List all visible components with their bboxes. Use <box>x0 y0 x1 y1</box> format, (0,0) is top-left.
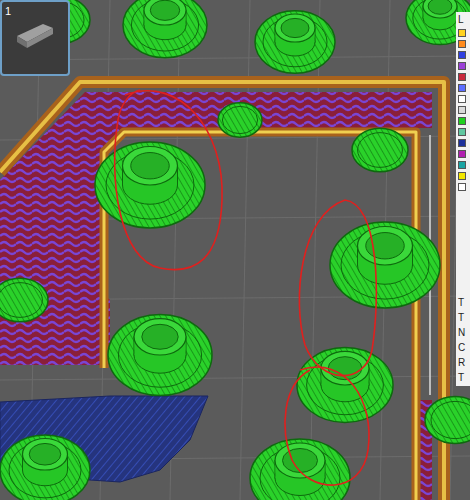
legend-row: N <box>458 327 465 339</box>
support-structure <box>330 222 440 308</box>
support-structure <box>123 0 207 58</box>
legend-title: L <box>458 14 464 26</box>
legend-swatch <box>458 117 466 125</box>
legend-swatch <box>458 161 466 169</box>
legend-swatch <box>458 150 466 158</box>
build-plate-grid <box>0 0 470 500</box>
legend-swatch <box>458 51 466 59</box>
legend-swatch <box>458 62 466 70</box>
legend-swatch <box>458 40 466 48</box>
preview-canvas[interactable] <box>0 0 470 500</box>
legend-panel: LTTNCRT <box>456 12 470 386</box>
support-structure <box>108 314 212 395</box>
legend-row: R <box>458 357 465 369</box>
legend-swatch <box>458 73 466 81</box>
object-thumbnail[interactable]: 1 <box>0 0 70 76</box>
annotation-circles <box>115 90 377 485</box>
legend-row: T <box>458 372 464 384</box>
support-structure <box>0 435 90 500</box>
support-structure <box>425 397 470 444</box>
legend-swatch <box>458 95 466 103</box>
legend-swatch <box>458 106 466 114</box>
legend-row: C <box>458 342 465 354</box>
legend-swatch <box>458 139 466 147</box>
support-structure <box>95 142 205 228</box>
slicer-preview: 1LTTNCRT <box>0 0 470 500</box>
support-structure <box>250 439 350 500</box>
support-structure <box>352 128 408 172</box>
legend-swatch <box>458 172 466 180</box>
legend-row: T <box>458 312 464 324</box>
legend-swatch <box>458 183 466 191</box>
legend-swatch <box>458 29 466 37</box>
support-structure <box>255 11 335 73</box>
perimeter-walls <box>0 82 444 500</box>
object-icon <box>13 18 57 50</box>
support-structure <box>218 103 262 137</box>
object-number: 1 <box>5 5 65 18</box>
legend-swatch <box>458 84 466 92</box>
legend-row: T <box>458 297 464 309</box>
legend-swatch <box>458 128 466 136</box>
support-structure <box>0 278 48 322</box>
